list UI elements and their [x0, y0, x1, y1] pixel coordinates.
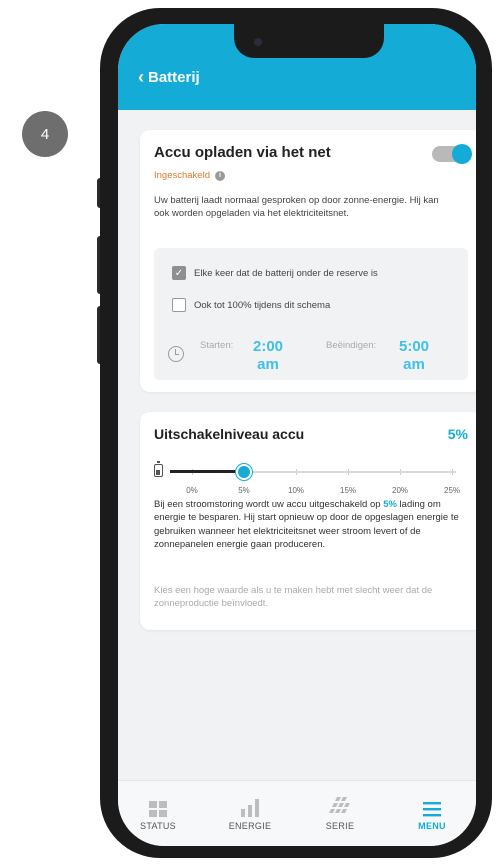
slider-tick-label: 0%	[186, 486, 198, 495]
step-number-badge: 4	[22, 111, 68, 157]
phone-screen: ‹ Batterij Accu opladen via het net Inge…	[118, 24, 476, 846]
shutdown-level-slider[interactable]	[170, 463, 456, 483]
start-time-value[interactable]: 2:00 am	[242, 338, 294, 374]
chevron-left-icon: ‹	[138, 67, 144, 87]
slider-tick-label: 20%	[391, 486, 409, 495]
grid-charge-description: Uw batterij laadt normaal gesproken op d…	[154, 195, 439, 220]
clock-icon	[168, 346, 184, 362]
description-text: Bij een stroomstoring wordt uw accu uitg…	[154, 499, 384, 510]
back-button[interactable]: ‹ Batterij	[138, 68, 200, 86]
description-value: 5%	[383, 499, 397, 510]
slider-tick-labels: 0% 5% 10% 15% 20% 25%	[170, 486, 460, 498]
tab-label: MENU	[418, 821, 446, 831]
tab-serie[interactable]: SERIE	[300, 797, 380, 831]
grid-charge-title: Accu opladen via het net	[154, 144, 331, 161]
settings-content: Accu opladen via het net Ingeschakeld i …	[118, 110, 476, 780]
tab-label: SERIE	[325, 821, 355, 831]
shutdown-level-description: Bij een stroomstoring wordt uw accu uitg…	[154, 498, 472, 551]
shutdown-level-value: 5%	[447, 426, 468, 442]
slider-fill	[170, 470, 244, 473]
toggle-knob	[452, 144, 472, 164]
end-time-value[interactable]: 5:00 am	[388, 338, 440, 374]
tab-label: STATUS	[140, 821, 176, 831]
grid-charge-toggle[interactable]	[432, 144, 472, 164]
slider-tick-label: 10%	[287, 486, 305, 495]
start-time-label: Starten:	[200, 340, 234, 351]
charge-options-panel: ✓ Elke keer dat de batterij onder de res…	[154, 248, 468, 380]
shutdown-level-title: Uitschakelniveau accu	[154, 426, 305, 442]
tab-label: ENERGIE	[228, 821, 272, 831]
shutdown-level-hint: Kies een hoge waarde als u te maken hebt…	[154, 585, 433, 610]
option-full-charge-schedule[interactable]: Ook tot 100% tijdens dit schema	[172, 298, 330, 312]
slider-thumb[interactable]	[236, 464, 252, 480]
grid-charge-card: Accu opladen via het net Ingeschakeld i …	[140, 130, 476, 392]
option-below-reserve[interactable]: ✓ Elke keer dat de batterij onder de res…	[172, 266, 378, 280]
battery-icon	[154, 461, 163, 477]
info-icon[interactable]: i	[214, 170, 225, 181]
status-label: Ingeschakeld	[154, 170, 210, 181]
option-label: Ook tot 100% tijdens dit schema	[194, 299, 331, 311]
shutdown-level-card: Uitschakelniveau accu 5% 0% 5% 10% 15% 20% 25…	[140, 412, 476, 630]
checkbox-unchecked-icon[interactable]	[172, 298, 186, 312]
tab-energie[interactable]: ENERGIE	[210, 797, 290, 831]
bottom-tab-bar: STATUS ENERGIE SERIE MENU	[118, 780, 476, 846]
energy-bars-icon	[210, 797, 290, 817]
solar-panel-icon	[300, 797, 380, 817]
status-grid-icon	[118, 797, 198, 817]
end-time-label: Beëindigen:	[326, 340, 377, 351]
menu-icon	[392, 797, 472, 817]
tab-menu[interactable]: MENU	[392, 797, 472, 831]
back-label: Batterij	[148, 68, 200, 86]
slider-tick-label: 5%	[238, 486, 250, 495]
grid-charge-status: Ingeschakeld i	[154, 170, 225, 181]
camera-icon	[254, 38, 262, 46]
tab-status[interactable]: STATUS	[118, 797, 198, 831]
slider-tick-label: 15%	[339, 486, 357, 495]
slider-tick-label: 25%	[443, 486, 461, 495]
checkbox-checked-icon[interactable]: ✓	[172, 266, 186, 280]
charge-schedule: Starten: 2:00 am Beëindigen: 5:00 am	[168, 338, 458, 374]
option-label: Elke keer dat de batterij onder de reser…	[194, 267, 378, 279]
